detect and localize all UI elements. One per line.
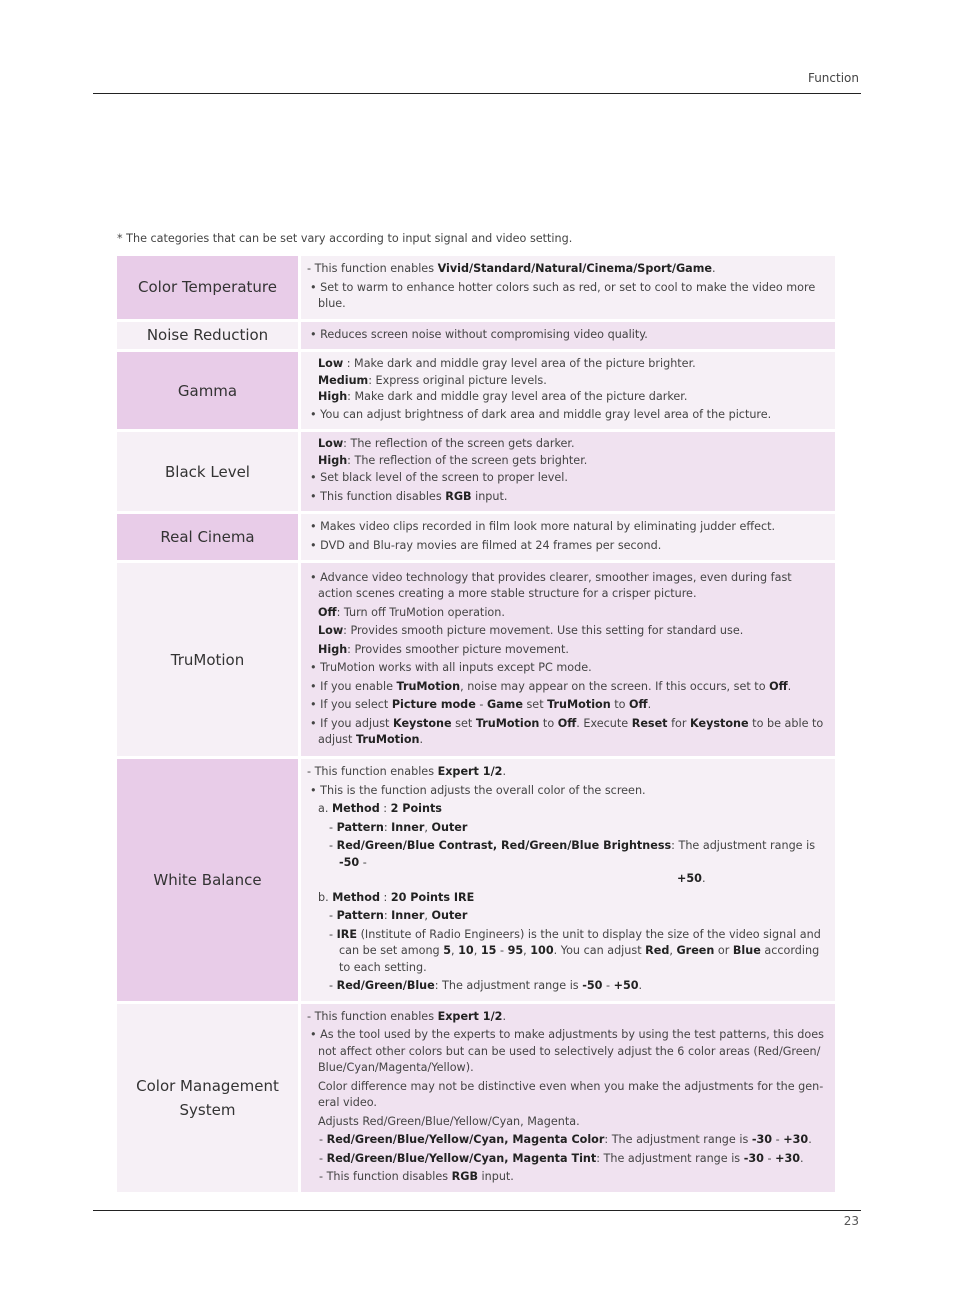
description-line: - This function disables RGB input. — [319, 1170, 514, 1183]
description-line: High: Make dark and middle gray level ar… — [318, 390, 688, 403]
description-line: • TruMotion works with all inputs except… — [310, 661, 592, 674]
description-line: - This function enables Vivid/Standard/N… — [307, 262, 716, 275]
description-line: Color difference may not be distinctive … — [318, 1079, 824, 1110]
description-line: Adjusts Red/Green/Blue/Yellow/Cyan, Mage… — [318, 1114, 580, 1128]
description-line: - Red/Green/Blue/Yellow/Cyan, Magenta Co… — [319, 1133, 812, 1146]
table-row: Color Temperature - This function enables… — [117, 256, 835, 322]
table-row: TruMotion • Advance video technology that… — [117, 563, 835, 759]
row-label: Real Cinema — [117, 514, 301, 563]
description-line: • You can adjust brightness of dark area… — [310, 407, 772, 421]
description-line: - Pattern: Inner, Outer — [329, 820, 468, 834]
row-description: • Advance video technology that provides… — [301, 563, 835, 759]
row-label: TruMotion — [117, 563, 301, 759]
table-row: Real Cinema • Makes video clips recorded … — [117, 514, 835, 563]
function-table: Color Temperature - This function enables… — [117, 256, 835, 1195]
description-line: - Pattern: Inner, Outer — [329, 909, 468, 922]
row-label: Gamma — [117, 352, 301, 432]
description-line: - Red/Green/Blue: The adjustment range i… — [329, 979, 643, 992]
table-row: Black Level Low: The reflection of the sc… — [117, 432, 835, 514]
row-description: • Makes video clips recorded in film loo… — [301, 514, 835, 563]
description-line: - IRE (Institute of Radio Engineers) is … — [329, 927, 821, 974]
description-line: • Advance video technology that provides… — [310, 570, 792, 601]
categories-note: * The categories that can be set vary ac… — [117, 232, 573, 245]
description-line: - Red/Green/Blue/Yellow/Cyan, Magenta Ti… — [319, 1151, 804, 1165]
description-line: • Set black level of the screen to prope… — [310, 471, 568, 484]
description-line: Low: Provides smooth picture movement. U… — [318, 624, 744, 637]
row-description: Low: The reflection of the screen gets d… — [301, 432, 835, 514]
description-line: • Makes video clips recorded in film loo… — [310, 520, 776, 533]
row-label: Color Management System — [117, 1003, 301, 1195]
row-description: - This function enables Expert 1/2. • As … — [301, 1003, 835, 1195]
description-line: Low: The reflection of the screen gets d… — [318, 437, 575, 450]
description-line: High: Provides smoother picture movement… — [318, 642, 569, 656]
description-line: Off: Turn off TruMotion operation. — [318, 605, 505, 619]
description-line: Low : Make dark and middle gray level ar… — [318, 357, 696, 370]
table-row: Color Management System - This function e… — [117, 1003, 835, 1195]
description-line: • This function disables RGB input. — [310, 489, 508, 503]
row-label: Black Level — [117, 432, 301, 514]
description-line: • DVD and Blu-ray movies are filmed at 2… — [310, 538, 662, 552]
description-line: a. Method : 2 Points — [318, 802, 442, 815]
row-description: - This function enables Vivid/Standard/N… — [301, 256, 835, 322]
page-number: 23 — [843, 1214, 859, 1228]
header-divider — [93, 93, 861, 94]
row-description: - This function enables Expert 1/2. • Thi… — [301, 759, 835, 1004]
row-label: Noise Reduction — [117, 321, 301, 352]
description-line: b. Method : 20 Points IRE — [318, 890, 475, 904]
table-row: White Balance - This function enables Exp… — [117, 759, 835, 1004]
table-row: Noise Reduction • Reduces screen noise wi… — [117, 321, 835, 352]
row-label: Color Temperature — [117, 256, 301, 322]
section-header: Function — [807, 71, 859, 85]
description-line: • Reduces screen noise without compromis… — [310, 327, 648, 341]
description-line: - This function enables Expert 1/2. — [307, 765, 507, 778]
description-line: - Red/Green/Blue Contrast, Red/Green/Blu… — [329, 839, 816, 885]
footer-divider — [93, 1210, 861, 1211]
row-description: • Reduces screen noise without compromis… — [301, 321, 835, 352]
description-line: • This is the function adjusts the overa… — [310, 783, 646, 797]
table-row: Gamma Low : Make dark and middle gray lev… — [117, 352, 835, 432]
description-line: - This function enables Expert 1/2. — [307, 1009, 507, 1023]
description-line: • Set to warm to enhance hotter colors s… — [310, 280, 816, 311]
row-description: Low : Make dark and middle gray level ar… — [301, 352, 835, 432]
description-line: High: The reflection of the screen gets … — [318, 453, 588, 467]
description-line: • If you select Picture mode - Game set … — [310, 698, 652, 711]
description-line: Medium: Express original picture levels. — [318, 373, 547, 387]
row-label: White Balance — [117, 759, 301, 1004]
description-line: • If you enable TruMotion, noise may app… — [310, 679, 792, 693]
description-line: • If you adjust Keystone set TruMotion t… — [310, 716, 824, 747]
description-line: • As the tool used by the experts to mak… — [310, 1028, 824, 1074]
